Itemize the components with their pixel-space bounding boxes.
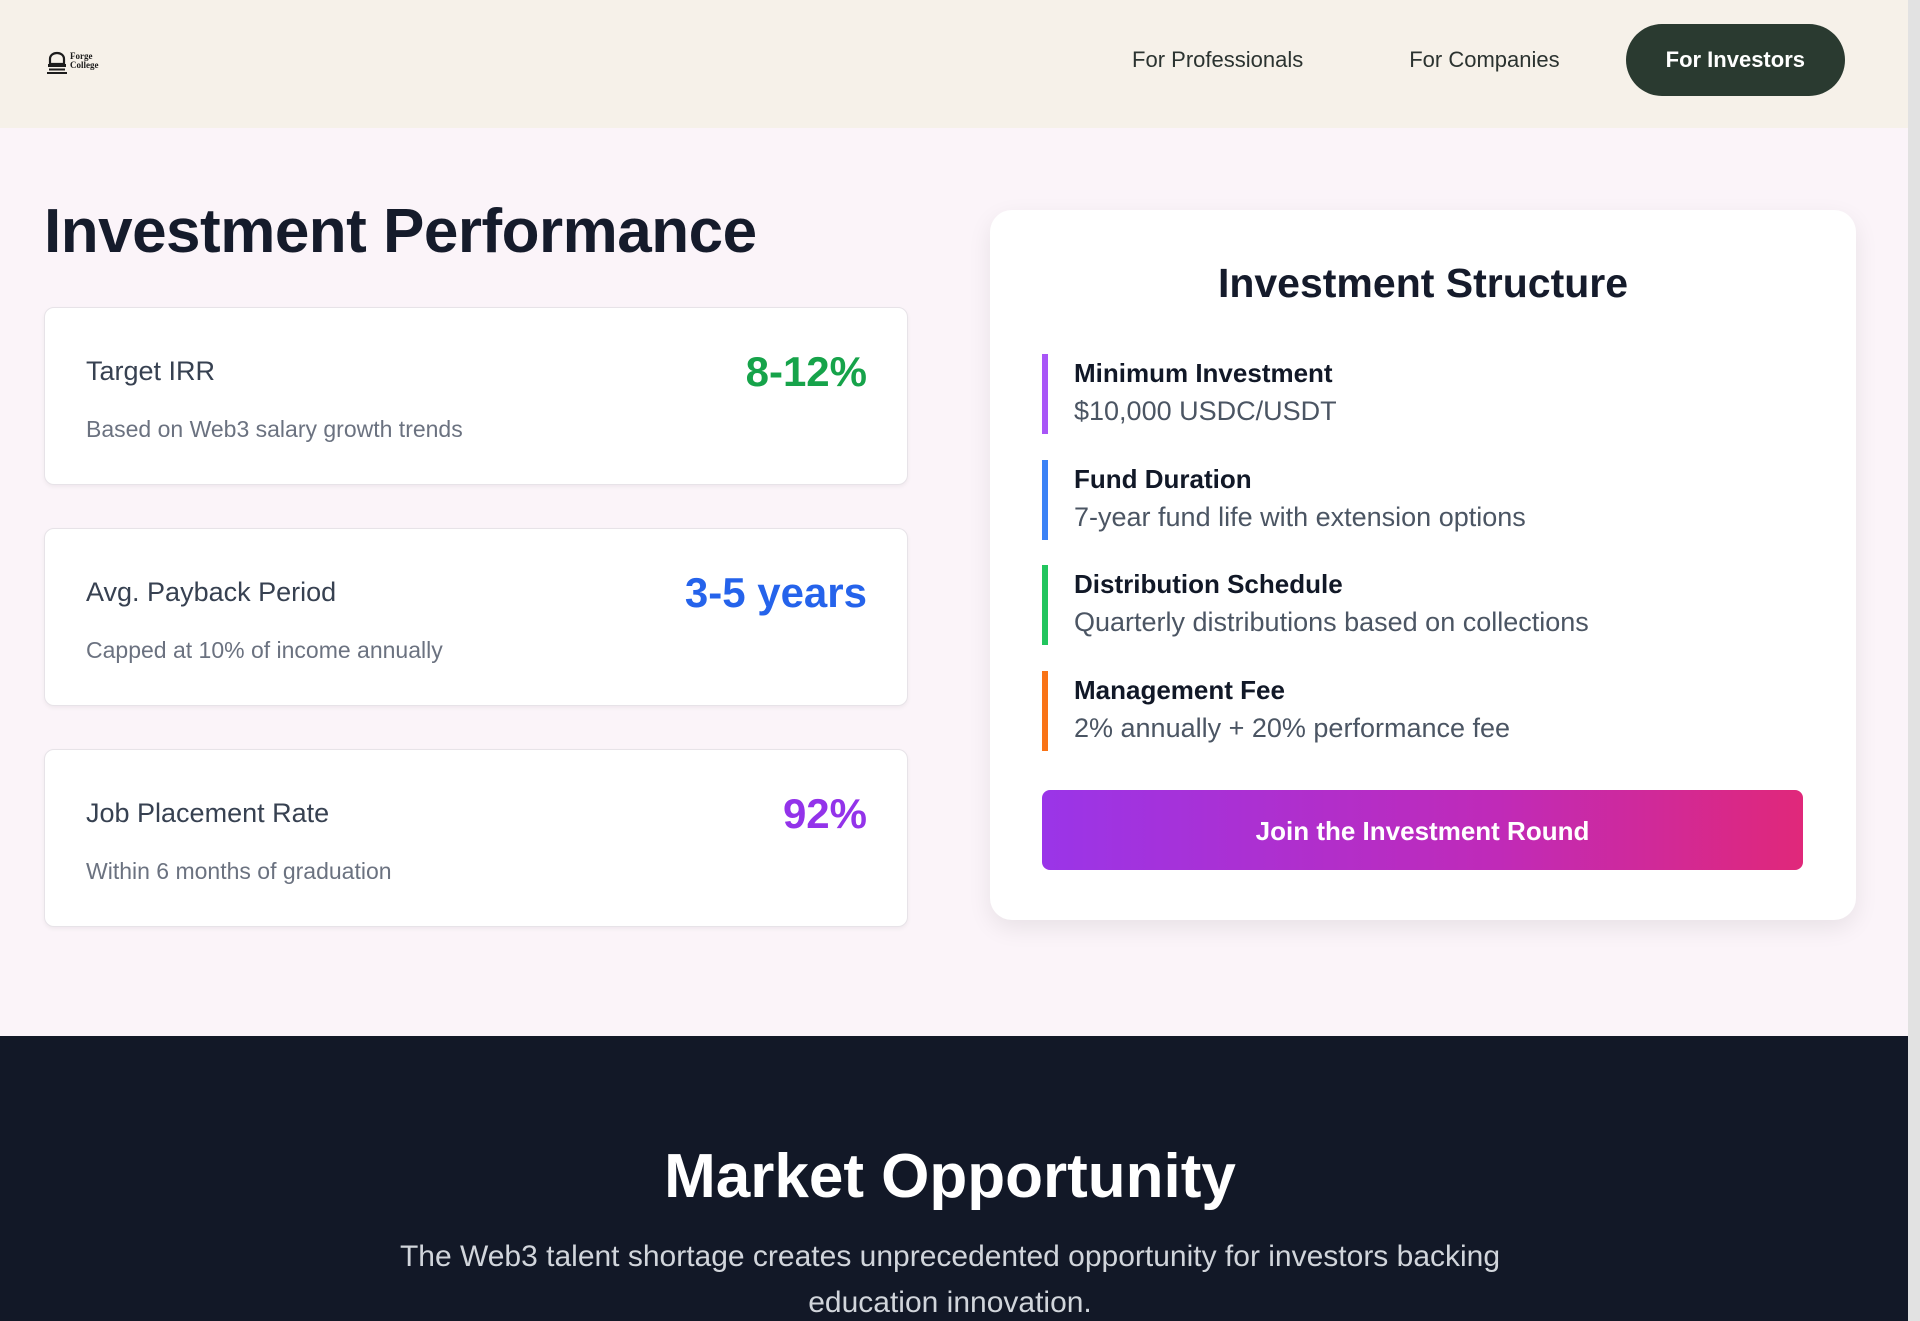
structure-item-distribution-schedule: Distribution Schedule Quarterly distribu… (1042, 565, 1802, 645)
nav-for-companies[interactable]: For Companies (1409, 24, 1559, 96)
window-edge (1908, 0, 1920, 1321)
market-description: The Web3 talent shortage creates unprece… (399, 1240, 1501, 1319)
nav-for-investors[interactable]: For Investors (1625, 24, 1845, 96)
structure-item-desc: Quarterly distributions based on collect… (1074, 607, 1589, 637)
anvil-icon (47, 48, 67, 74)
stat-label: Job Placement Rate (86, 798, 330, 828)
page: Forge College For Professionals For Comp… (0, 0, 1908, 1321)
structure-item-fund-duration: Fund Duration 7-year fund life with exte… (1042, 460, 1802, 540)
structure-item-management-fee: Management Fee 2% annually + 20% perform… (1042, 671, 1802, 751)
join-investment-round-button[interactable]: Join the Investment Round (1042, 790, 1803, 870)
stat-card-payback-period: Avg. Payback Period 3-5 years Capped at … (44, 528, 908, 706)
stat-note: Within 6 months of graduation (86, 858, 392, 884)
logo-line-2: College (70, 60, 99, 70)
structure-item-title: Minimum Investment (1074, 358, 1333, 388)
stat-card-target-irr: Target IRR 8-12% Based on Web3 salary gr… (44, 307, 908, 485)
stat-value: 92% (782, 790, 867, 837)
logo-text: Forge College (70, 52, 99, 70)
main-nav: For Professionals For Companies For Inve… (1132, 24, 1845, 96)
logo[interactable]: Forge College (47, 48, 99, 74)
structure-item-minimum-investment: Minimum Investment $10,000 USDC/USDT (1042, 354, 1802, 434)
site-header: Forge College For Professionals For Comp… (0, 0, 1908, 128)
structure-item-desc: 2% annually + 20% performance fee (1074, 713, 1511, 743)
stat-note: Based on Web3 salary growth trends (86, 416, 463, 442)
performance-title: Investment Performance (44, 197, 757, 266)
structure-item-title: Management Fee (1074, 675, 1285, 705)
structure-item-title: Fund Duration (1074, 464, 1252, 494)
stat-value: 3-5 years (684, 569, 867, 616)
stat-card-job-placement: Job Placement Rate 92% Within 6 months o… (44, 749, 908, 927)
market-title: Market Opportunity (664, 1142, 1236, 1211)
stat-label: Avg. Payback Period (86, 577, 337, 607)
nav-for-professionals[interactable]: For Professionals (1132, 24, 1303, 96)
stat-note: Capped at 10% of income annually (86, 637, 443, 663)
structure-item-desc: $10,000 USDC/USDT (1074, 396, 1337, 426)
structure-item-desc: 7-year fund life with extension options (1074, 502, 1526, 532)
stat-value: 8-12% (745, 348, 867, 395)
structure-title: Investment Structure (1217, 260, 1629, 306)
market-opportunity-section: Market Opportunity The Web3 talent short… (0, 1036, 1908, 1321)
investment-structure-card: Investment Structure Minimum Investment … (990, 210, 1856, 920)
structure-item-title: Distribution Schedule (1074, 569, 1343, 599)
stat-label: Target IRR (86, 356, 216, 386)
